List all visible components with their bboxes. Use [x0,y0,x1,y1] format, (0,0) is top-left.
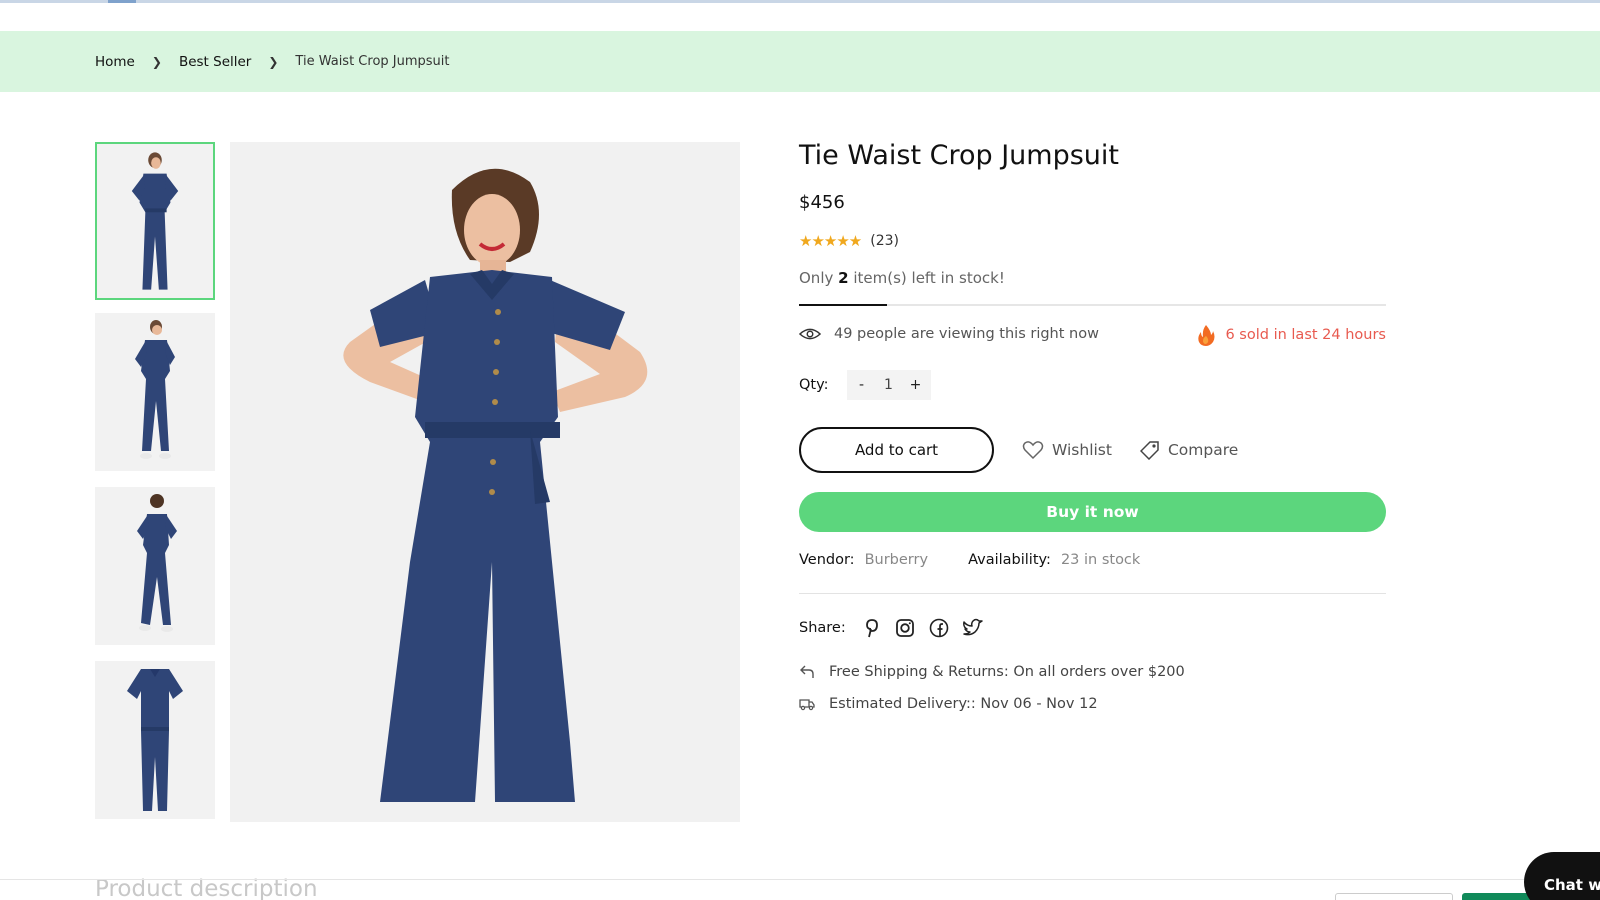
product-meta: Vendor: Burberry Availability: 23 in sto… [799,552,1140,568]
availability-label: Availability: [968,552,1051,568]
sticky-bar-border [0,879,1600,880]
qty-label: Qty: [799,377,829,393]
product-main-image[interactable] [230,142,740,822]
heart-icon [1022,441,1044,460]
stock-prefix: Only [799,269,839,287]
product-title: Tie Waist Crop Jumpsuit [799,140,1119,171]
chevron-right-icon: ❯ [151,54,162,69]
breadcrumb-bar: Home ❯ Best Seller ❯ Tie Waist Crop Jump… [0,31,1600,92]
add-to-cart-button[interactable]: Add to cart [799,427,994,473]
sold-text: 6 sold in last 24 hours [1225,327,1386,343]
divider [799,593,1386,594]
breadcrumb-current: Tie Waist Crop Jumpsuit [295,54,450,69]
sold-notice: 6 sold in last 24 hours [1197,324,1386,346]
stock-progress-bar [799,304,1386,306]
vendor-label: Vendor: [799,552,855,568]
share-row: Share: [799,617,996,639]
thumbnail-1[interactable] [95,142,215,300]
stock-count: 2 [838,269,849,287]
jumpsuit-front-image [97,144,213,298]
shipping-info: Free Shipping & Returns: On all orders o… [799,664,1185,680]
product-rating[interactable]: ★★★★★ (23) [799,232,899,250]
facebook-icon[interactable] [928,617,950,639]
qty-decrement-button[interactable]: - [849,377,875,393]
jumpsuit-full-image [95,313,215,471]
viewers-notice: 49 people are viewing this right now [799,326,1099,342]
breadcrumb-home-link[interactable]: Home [95,54,135,70]
delivery-truck-icon [799,699,815,711]
breadcrumb: Home ❯ Best Seller ❯ Tie Waist Crop Jump… [95,31,450,92]
quantity-stepper: - 1 + [846,370,931,400]
review-count: (23) [870,233,899,249]
share-label: Share: [799,620,846,636]
jumpsuit-flat-image [95,661,215,819]
star-rating-icon: ★★★★★ [799,232,862,250]
wishlist-button[interactable]: Wishlist [1022,440,1112,460]
wishlist-label: Wishlist [1052,441,1112,459]
delivery-text: Estimated Delivery:: Nov 06 - Nov 12 [829,696,1098,712]
return-arrow-icon [800,665,814,678]
quantity-row: Qty: - 1 + [799,370,931,400]
pinterest-icon[interactable] [860,617,882,639]
stock-progress-fill [799,304,888,306]
vendor-value: Burberry [864,552,929,568]
fire-icon [1198,325,1215,346]
instagram-icon[interactable] [894,617,916,639]
jumpsuit-model-image [230,142,740,822]
product-price: $456 [799,192,845,213]
compare-button[interactable]: Compare [1139,440,1239,460]
twitter-icon[interactable] [962,617,984,639]
stock-suffix: item(s) left in stock! [848,269,1005,287]
qty-input[interactable]: 1 [879,377,899,393]
availability-value: 23 in stock [1060,552,1141,568]
delivery-info: Estimated Delivery:: Nov 06 - Nov 12 [799,696,1098,712]
eye-icon [799,328,821,340]
tag-icon [1139,441,1159,460]
qty-increment-button[interactable]: + [903,377,929,393]
chat-button[interactable]: Chat wit [1524,852,1600,900]
viewers-text: 49 people are viewing this right now [834,326,1099,342]
sticky-variant-select[interactable] [1335,893,1453,900]
browser-tab-indicator [108,0,136,3]
thumbnail-3[interactable] [95,487,215,645]
shipping-text: Free Shipping & Returns: On all orders o… [829,664,1185,680]
thumbnail-2[interactable] [95,313,215,471]
breadcrumb-category-link[interactable]: Best Seller [179,54,251,70]
compare-label: Compare [1167,441,1239,459]
jumpsuit-back-image [95,487,215,645]
chevron-right-icon: ❯ [268,54,279,69]
stock-message: Only 2 item(s) left in stock! [799,269,1005,287]
purchase-actions: Add to cart Wishlist Compare [799,427,1238,473]
buy-now-button[interactable]: Buy it now [799,492,1386,532]
thumbnail-4[interactable] [95,661,215,819]
browser-top-line [0,0,1600,3]
